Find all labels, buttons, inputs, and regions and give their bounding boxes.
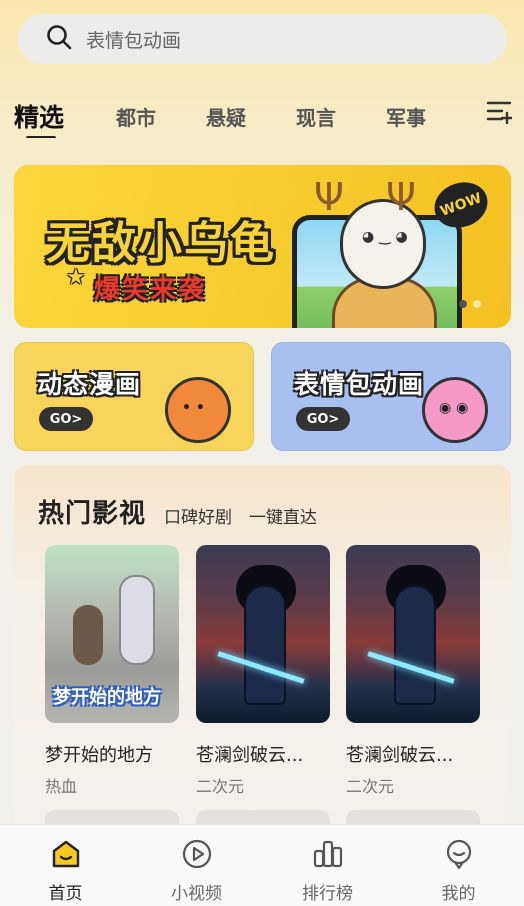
tab-suspense[interactable]: 悬疑	[206, 102, 246, 131]
poster-title-text: 梦开始的地方	[53, 687, 161, 708]
video-title[interactable]: 苍澜剑破云...	[346, 741, 480, 767]
carousel-dot	[473, 300, 481, 308]
card-title: 表情包动画	[294, 370, 425, 399]
category-tabs: 精选 都市 悬疑 现言 军事	[14, 94, 484, 138]
video-item[interactable]: 梦开始的地方 梦开始的地方 热血	[45, 545, 179, 797]
video-item[interactable]: 苍澜剑破云... 二次元	[196, 545, 330, 797]
nav-label: 我的	[441, 884, 476, 904]
video-title[interactable]: 苍澜剑破云...	[196, 741, 330, 767]
swordsman-illustration	[244, 585, 286, 705]
category-menu-icon[interactable]	[486, 98, 514, 128]
carousel-indicator	[459, 300, 481, 308]
nav-label: 首页	[48, 884, 83, 904]
video-tag: 二次元	[196, 777, 245, 796]
video-tag: 二次元	[346, 777, 395, 796]
card-title: 动态漫画	[37, 370, 142, 399]
section-subtitle: 口碑好剧 一键直达	[164, 508, 317, 528]
tab-urban[interactable]: 都市	[116, 102, 156, 131]
video-tag: 热血	[45, 777, 78, 796]
dynamic-comic-card[interactable]: 动态漫画 GO> • •	[14, 342, 254, 451]
meme-face-icon: ◕ ‿ ◕	[362, 229, 408, 245]
go-button[interactable]: GO>	[296, 407, 350, 431]
nav-ranking[interactable]: 排行榜	[262, 825, 393, 906]
section-title: 热门影视	[38, 499, 147, 529]
nav-profile[interactable]: 我的	[393, 825, 524, 906]
home-icon	[50, 839, 82, 873]
tab-romance[interactable]: 现言	[296, 102, 336, 131]
pink-mascot-icon: ◉ ◉	[422, 377, 488, 443]
carousel-dot	[459, 300, 467, 308]
search-bar[interactable]: 表情包动画	[18, 14, 507, 64]
video-poster[interactable]	[346, 545, 480, 723]
search-placeholder: 表情包动画	[86, 29, 182, 52]
nav-label: 小视频	[171, 884, 222, 904]
orange-mascot-icon: • •	[165, 377, 231, 443]
character-illustration	[73, 605, 103, 665]
banner-subtitle: 爆笑来袭	[94, 275, 207, 305]
tab-military[interactable]: 军事	[386, 102, 426, 131]
ranking-icon	[312, 839, 344, 873]
nav-home[interactable]: 首页	[0, 825, 131, 906]
star-icon: ★	[66, 265, 86, 290]
video-poster[interactable]: 梦开始的地方	[45, 545, 179, 723]
swordsman-illustration	[394, 585, 436, 705]
tab-featured[interactable]: 精选	[14, 98, 64, 138]
play-circle-icon	[181, 839, 213, 873]
nav-short-video[interactable]: 小视频	[131, 825, 262, 906]
character-illustration	[119, 575, 155, 665]
antler-left-icon: Ψ	[314, 175, 344, 219]
bottom-navigation: 首页 小视频 排行榜 我的	[0, 824, 524, 906]
antler-right-icon: Ψ	[386, 175, 416, 219]
nav-label: 排行榜	[302, 884, 353, 904]
video-title[interactable]: 梦开始的地方	[45, 741, 179, 767]
profile-icon	[443, 839, 475, 873]
search-icon	[46, 24, 72, 54]
go-button[interactable]: GO>	[39, 407, 93, 431]
video-item[interactable]: 苍澜剑破云... 二次元	[346, 545, 480, 797]
video-poster[interactable]	[196, 545, 330, 723]
banner-title: 无敌小乌龟	[46, 218, 276, 269]
banner-carousel[interactable]: 无敌小乌龟 ★ 爆笑来袭 ◕ ‿ ◕ Ψ Ψ WOW	[14, 165, 511, 328]
meme-animation-card[interactable]: 表情包动画 GO> ◉ ◉	[271, 342, 511, 451]
